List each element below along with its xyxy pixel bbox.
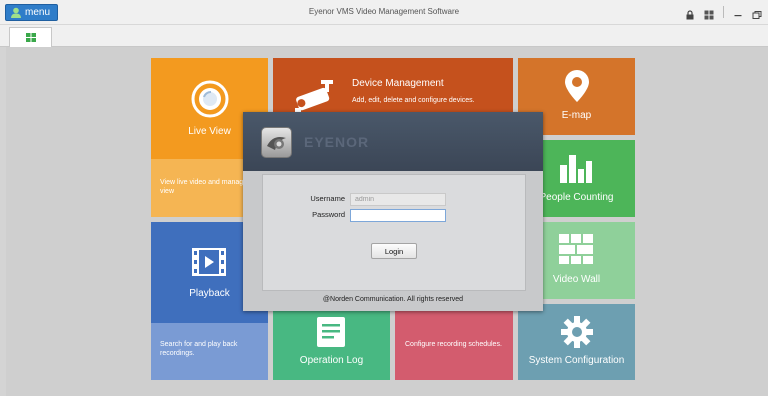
copyright-text: @Norden Communication. All rights reserv…: [322, 296, 464, 303]
title-bar: menu Eyenor VMS Video Management Softwar…: [0, 0, 768, 25]
tile-system-configuration[interactable]: System Configuration: [518, 304, 635, 380]
restore-icon[interactable]: [752, 7, 762, 19]
map-pin-icon: [564, 69, 590, 108]
brand-name: EYENOR: [304, 134, 370, 150]
home-grid-icon: [25, 29, 36, 47]
tile-operation-log[interactable]: Operation Log: [273, 304, 390, 380]
password-label: Password: [312, 210, 345, 219]
tile-recording-schedule[interactable]: Configure recording schedules.: [395, 304, 513, 380]
password-field[interactable]: [350, 209, 446, 222]
tab-strip: [0, 25, 768, 48]
tile-label-device-management: Device Management: [352, 78, 444, 89]
gear-icon: [561, 316, 593, 353]
tab-home[interactable]: [9, 27, 52, 48]
login-button[interactable]: Login: [371, 243, 417, 259]
tile-label-system-configuration: System Configuration: [528, 355, 625, 366]
document-icon: [316, 316, 346, 353]
window-title: Eyenor VMS Video Management Software: [308, 7, 460, 16]
lock-icon[interactable]: [685, 7, 695, 20]
tile-desc-device-management: Add, edit, delete and configure devices.: [352, 97, 475, 104]
minimize-icon[interactable]: [733, 7, 743, 17]
tile-desc-playback: Search for and play back recordings.: [160, 341, 238, 357]
eyenor-logo-icon: [261, 127, 292, 158]
tile-label-operation-log: Operation Log: [299, 355, 364, 366]
login-form: [262, 174, 526, 291]
separator: [723, 6, 724, 18]
login-dialog-header: EYENOR: [243, 112, 543, 171]
tile-desc-live-view: View live video and manag view: [160, 179, 244, 195]
tile-desc-recording-schedule: Configure recording schedules.: [405, 341, 502, 348]
username-label: Username: [310, 194, 345, 203]
bar-chart-icon: [559, 151, 593, 190]
camera-lens-icon: [191, 80, 229, 123]
video-wall-icon: [559, 234, 593, 269]
film-play-icon: [192, 248, 226, 281]
layout-icon[interactable]: [704, 7, 714, 20]
username-field[interactable]: [350, 193, 446, 206]
